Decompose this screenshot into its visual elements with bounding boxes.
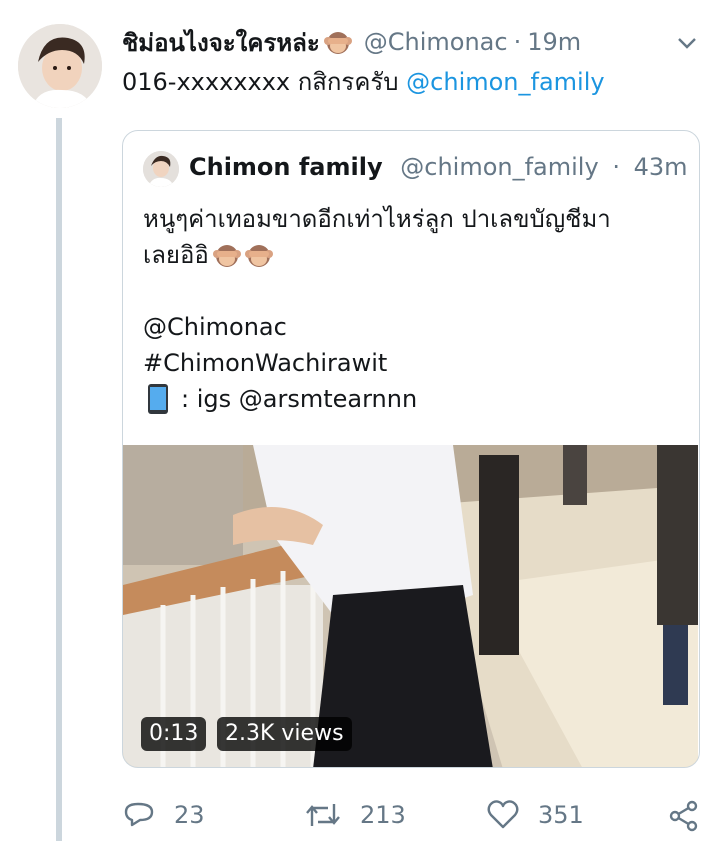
video-duration: 0:13	[141, 717, 207, 751]
reply-count: 23	[174, 801, 205, 829]
timestamp[interactable]: 19m	[527, 28, 581, 56]
quoted-line-2: เลยอิอิ	[143, 237, 611, 273]
retweet-icon	[306, 804, 340, 826]
see-no-evil-monkey-emoji	[212, 241, 241, 269]
mention-link[interactable]: @chimon_family	[406, 68, 604, 96]
quoted-display-name[interactable]: Chimon family	[189, 153, 383, 181]
quoted-text: หนูๆค่าเทอมขาดอีกเท่าไหร่ลูก ปาเลขบัญชีม…	[143, 201, 611, 417]
retweet-count: 213	[360, 801, 406, 829]
reply-button[interactable]: 23	[122, 798, 205, 832]
mobile-phone-emoji	[147, 384, 169, 414]
share-button[interactable]	[668, 800, 718, 832]
see-no-evil-monkey-emoji	[323, 28, 352, 56]
quoted-mention[interactable]: @Chimonac	[143, 309, 611, 345]
tweet-text: 016-xxxxxxxx กสิกรครับ @chimon_family	[122, 64, 605, 100]
quoted-line-5: : igs @arsmtearnnn	[143, 381, 611, 417]
like-count: 351	[538, 801, 584, 829]
quoted-separator-dot: ·	[612, 153, 620, 181]
like-icon	[487, 800, 519, 829]
tweet-text-prefix: 016-xxxxxxxx กสิกรครับ	[122, 68, 399, 96]
like-button[interactable]: 351	[486, 798, 584, 832]
video-views: 2.3K views	[217, 717, 352, 751]
quoted-handle[interactable]: @chimon_family	[400, 153, 598, 181]
separator-dot: ·	[513, 28, 522, 56]
chevron-down-icon[interactable]	[674, 30, 700, 56]
reply-icon	[124, 802, 154, 827]
tweet-header: ชิม่อนไงจะใครหล่ะ @Chimonac · 19m	[122, 24, 700, 60]
share-icon	[669, 800, 698, 832]
handle[interactable]: @Chimonac	[364, 28, 508, 56]
quoted-tweet[interactable]: Chimon family @chimon_family · 43m หนูๆค…	[122, 130, 700, 768]
retweet-button[interactable]: 213	[304, 798, 406, 832]
quoted-header: Chimon family @chimon_family · 43m	[189, 149, 688, 185]
quoted-avatar[interactable]	[143, 151, 179, 187]
avatar[interactable]	[18, 24, 102, 108]
quoted-line-5-text: : igs @arsmtearnnn	[181, 385, 418, 413]
quoted-timestamp[interactable]: 43m	[634, 153, 688, 181]
display-name[interactable]: ชิม่อนไงจะใครหล่ะ	[122, 23, 320, 62]
video-player[interactable]	[123, 445, 698, 767]
see-no-evil-monkey-emoji	[244, 241, 273, 269]
tweet-actions: 23 213 351	[0, 794, 720, 838]
thread-line	[56, 118, 62, 841]
quoted-line-2-text: เลยอิอิ	[143, 241, 209, 269]
quoted-hashtag[interactable]: #ChimonWachirawit	[143, 345, 611, 381]
quoted-line-1: หนูๆค่าเทอมขาดอีกเท่าไหร่ลูก ปาเลขบัญชีม…	[143, 205, 611, 233]
